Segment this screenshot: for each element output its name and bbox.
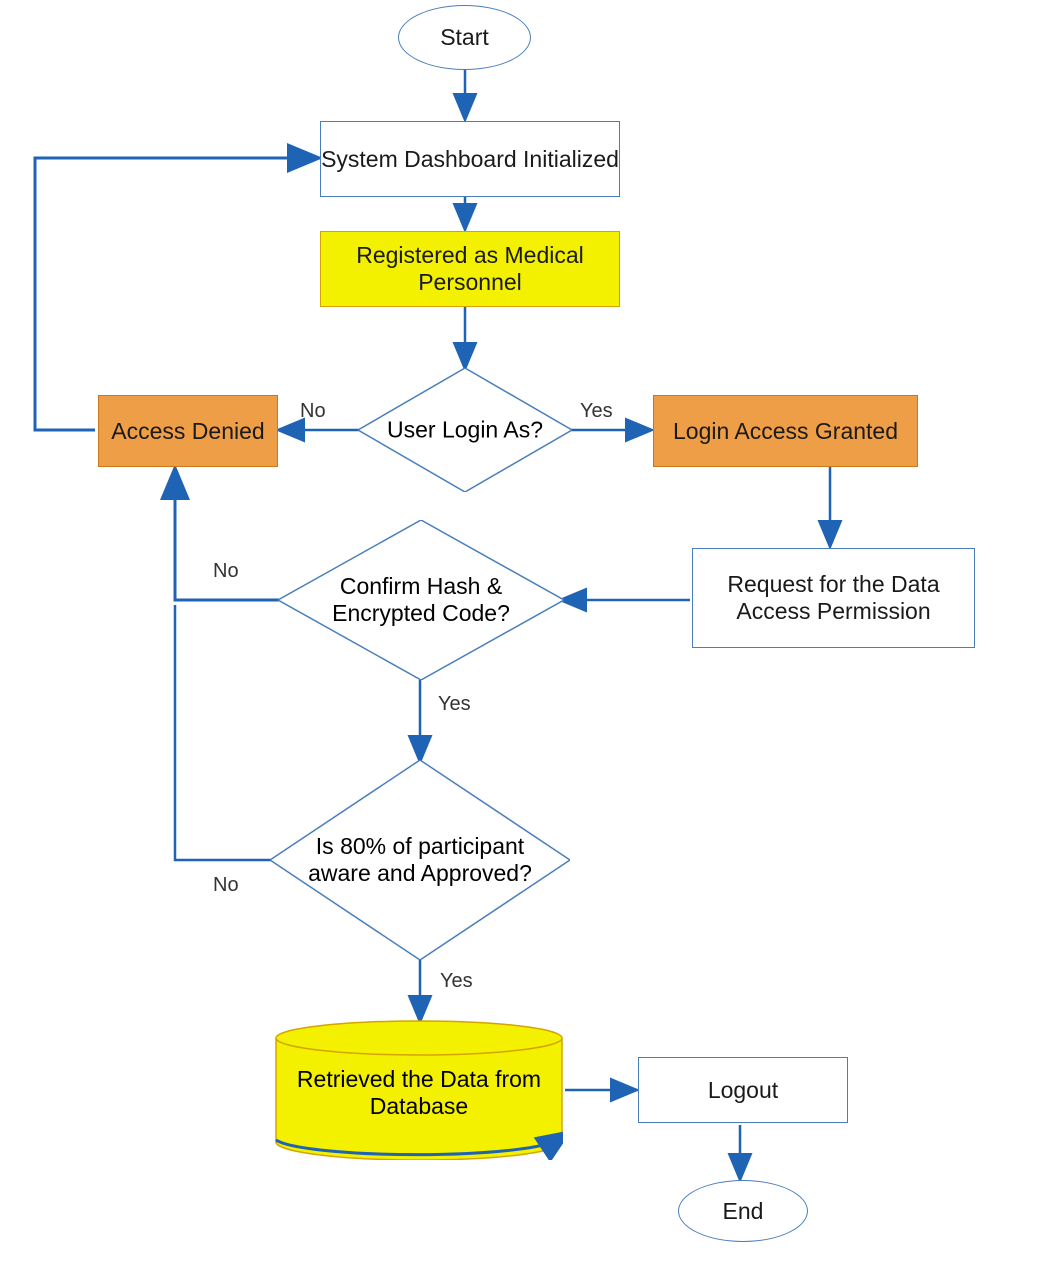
process-request-permission: Request for the Data Access Permission [692,548,975,648]
process-logout-label: Logout [708,1077,778,1104]
decision-login: User Login As? [358,368,572,492]
process-init: System Dashboard Initialized [320,121,620,197]
process-access-denied-label: Access Denied [111,418,264,445]
decision-eighty: Is 80% of participant aware and Approved… [270,760,570,960]
edge-label-eighty-yes: Yes [440,970,473,993]
decision-login-label: User Login As? [379,417,550,444]
process-registered-label: Registered as Medical Personnel [321,242,619,296]
process-init-label: System Dashboard Initialized [321,146,619,173]
terminator-end-label: End [723,1198,764,1225]
decision-eighty-label: Is 80% of participant aware and Approved… [300,833,540,887]
process-login-granted-label: Login Access Granted [673,418,898,445]
database-retrieved-label: Retrieved the Data from Database [297,1066,542,1120]
edge-label-eighty-no: No [213,874,239,897]
terminator-end: End [678,1180,808,1242]
edge-label-login-no: No [300,400,326,423]
edge-label-hash-yes: Yes [438,693,471,716]
process-request-permission-label: Request for the Data Access Permission [693,571,974,625]
decision-hash: Confirm Hash & Encrypted Code? [278,520,564,680]
terminator-start: Start [398,5,531,70]
database-retrieved: Retrieved the Data from Database [275,1020,563,1160]
process-logout: Logout [638,1057,848,1123]
process-access-denied: Access Denied [98,395,278,467]
edge-label-login-yes: Yes [580,400,613,423]
decision-hash-label: Confirm Hash & Encrypted Code? [307,573,536,627]
process-login-granted: Login Access Granted [653,395,918,467]
process-registered: Registered as Medical Personnel [320,231,620,307]
edge-label-hash-no: No [213,560,239,583]
terminator-start-label: Start [440,24,489,51]
